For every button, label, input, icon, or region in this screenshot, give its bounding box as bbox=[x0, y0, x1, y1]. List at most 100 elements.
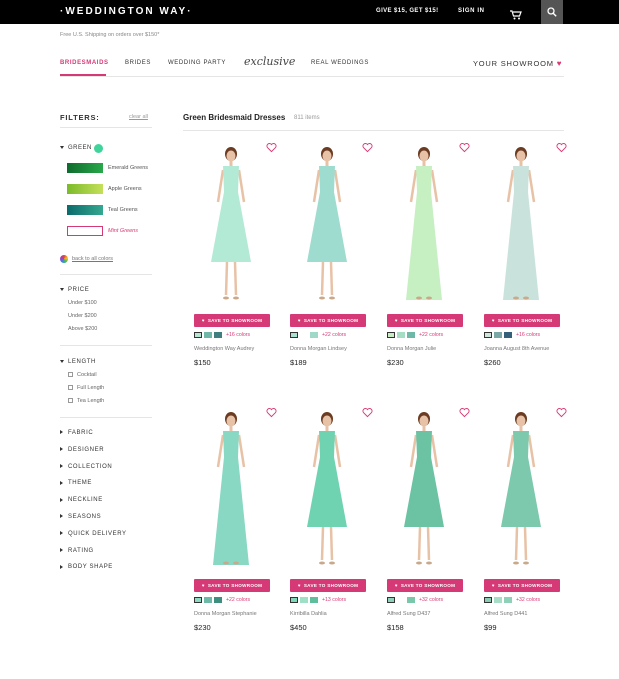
product-color-swatch[interactable] bbox=[407, 332, 415, 338]
filter-rating[interactable]: RATING bbox=[60, 548, 94, 554]
product-photo[interactable] bbox=[484, 140, 570, 308]
color-swatch-apple-greens[interactable] bbox=[67, 184, 103, 194]
product-photo[interactable] bbox=[387, 140, 473, 308]
checkbox[interactable] bbox=[68, 385, 73, 391]
product-card[interactable]: ♥ SAVE TO SHOWROOM +32 colors Alfred Sung D… bbox=[387, 405, 473, 645]
save-to-showroom-button[interactable]: ♥ SAVE TO SHOWROOM bbox=[484, 579, 560, 592]
filter-designer[interactable]: DESIGNER bbox=[60, 447, 104, 453]
back-to-all-colors-link[interactable]: back to all colors bbox=[60, 255, 113, 263]
product-photo[interactable] bbox=[290, 405, 376, 573]
save-to-showroom-button[interactable]: ♥ SAVE TO SHOWROOM bbox=[387, 579, 463, 592]
save-to-showroom-button[interactable]: ♥ SAVE TO SHOWROOM bbox=[194, 579, 270, 592]
filter-fabric[interactable]: FABRIC bbox=[60, 430, 93, 436]
product-card[interactable]: ♥ SAVE TO SHOWROOM +32 colors Alfred Sung D… bbox=[484, 405, 570, 645]
checkbox[interactable] bbox=[68, 398, 73, 404]
more-colors-link[interactable]: +13 colors bbox=[322, 597, 346, 603]
save-to-showroom-button[interactable]: ♥ SAVE TO SHOWROOM bbox=[290, 579, 366, 592]
color-swatch-emerald-greens[interactable] bbox=[67, 163, 103, 173]
filter-seasons[interactable]: SEASONS bbox=[60, 514, 101, 520]
favorite-heart-icon[interactable] bbox=[266, 407, 277, 418]
product-color-swatch[interactable] bbox=[407, 597, 415, 603]
filter-length[interactable]: LENGTH bbox=[60, 359, 96, 365]
product-name[interactable]: Donna Morgan Julie bbox=[387, 346, 436, 352]
checkbox[interactable] bbox=[68, 372, 73, 378]
product-photo[interactable] bbox=[290, 140, 376, 308]
favorite-heart-icon[interactable] bbox=[266, 142, 277, 153]
product-color-swatch[interactable] bbox=[494, 332, 502, 338]
product-color-swatch[interactable] bbox=[484, 597, 492, 603]
product-color-swatch[interactable] bbox=[290, 597, 298, 603]
product-card[interactable]: ♥ SAVE TO SHOWROOM +16 colors Weddington Wa… bbox=[194, 140, 280, 380]
color-swatch-teal-greens[interactable] bbox=[67, 205, 103, 215]
filter-theme[interactable]: THEME bbox=[60, 480, 92, 486]
favorite-heart-icon[interactable] bbox=[459, 407, 470, 418]
more-colors-link[interactable]: +16 colors bbox=[516, 332, 540, 338]
product-color-swatch[interactable] bbox=[214, 332, 222, 338]
more-colors-link[interactable]: +22 colors bbox=[322, 332, 346, 338]
more-colors-link[interactable]: +16 colors bbox=[226, 332, 250, 338]
product-color-swatch[interactable] bbox=[290, 332, 298, 338]
product-name[interactable]: Donna Morgan Lindsey bbox=[290, 346, 347, 352]
price-option[interactable]: Above $200 bbox=[68, 326, 97, 332]
nav-wedding-party[interactable]: WEDDING PARTY bbox=[168, 60, 226, 66]
favorite-heart-icon[interactable] bbox=[556, 407, 567, 418]
product-name[interactable]: Alfred Sung D441 bbox=[484, 611, 527, 617]
product-card[interactable]: ♥ SAVE TO SHOWROOM +13 colors Kirribilla Da… bbox=[290, 405, 376, 645]
color-option-label[interactable]: Teal Greens bbox=[108, 207, 138, 213]
your-showroom-link[interactable]: YOUR SHOWROOM ♥ bbox=[473, 59, 562, 68]
filter-neckline[interactable]: NECKLINE bbox=[60, 497, 103, 503]
product-color-swatch[interactable] bbox=[504, 332, 512, 338]
sign-in-link[interactable]: SIGN IN bbox=[458, 8, 485, 14]
product-color-swatch[interactable] bbox=[397, 332, 405, 338]
product-color-swatch[interactable] bbox=[494, 597, 502, 603]
favorite-heart-icon[interactable] bbox=[362, 142, 373, 153]
filter-price[interactable]: PRICE bbox=[60, 287, 89, 293]
search-button[interactable] bbox=[541, 0, 563, 24]
nav-brides[interactable]: BRIDES bbox=[125, 60, 151, 66]
color-option-label[interactable]: Emerald Greens bbox=[108, 165, 148, 171]
product-photo[interactable] bbox=[484, 405, 570, 573]
product-color-swatch[interactable] bbox=[310, 597, 318, 603]
color-option-label[interactable]: Apple Greens bbox=[108, 186, 142, 192]
promo-link[interactable]: GIVE $15, GET $15! bbox=[376, 8, 439, 14]
product-name[interactable]: Weddington Way Audrey bbox=[194, 346, 254, 352]
color-option-label[interactable]: Mint Greens bbox=[108, 228, 138, 234]
favorite-heart-icon[interactable] bbox=[362, 407, 373, 418]
product-color-swatch[interactable] bbox=[484, 332, 492, 338]
save-to-showroom-button[interactable]: ♥ SAVE TO SHOWROOM bbox=[290, 314, 366, 327]
nav-exclusive[interactable]: exclusive bbox=[244, 55, 295, 68]
more-colors-link[interactable]: +22 colors bbox=[226, 597, 250, 603]
length-option[interactable]: Full Length bbox=[68, 385, 104, 391]
save-to-showroom-button[interactable]: ♥ SAVE TO SHOWROOM bbox=[484, 314, 560, 327]
product-photo[interactable] bbox=[387, 405, 473, 573]
filter-collection[interactable]: COLLECTION bbox=[60, 464, 112, 470]
product-photo[interactable] bbox=[194, 405, 280, 573]
filter-quick-delivery[interactable]: QUICK DELIVERY bbox=[60, 531, 127, 537]
product-card[interactable]: ♥ SAVE TO SHOWROOM +22 colors Donna Morgan … bbox=[290, 140, 376, 380]
price-option[interactable]: Under $100 bbox=[68, 300, 97, 306]
more-colors-link[interactable]: +22 colors bbox=[419, 332, 443, 338]
length-option[interactable]: Cocktail bbox=[68, 372, 97, 378]
product-color-swatch[interactable] bbox=[387, 597, 395, 603]
favorite-heart-icon[interactable] bbox=[556, 142, 567, 153]
product-color-swatch[interactable] bbox=[204, 332, 212, 338]
logo[interactable]: ·WEDDINGTON WAY· bbox=[60, 6, 193, 17]
cart-icon[interactable] bbox=[510, 7, 522, 20]
product-color-swatch[interactable] bbox=[300, 332, 308, 338]
product-name[interactable]: Joanna August 8th Avenue bbox=[484, 346, 549, 352]
save-to-showroom-button[interactable]: ♥ SAVE TO SHOWROOM bbox=[194, 314, 270, 327]
product-color-swatch[interactable] bbox=[194, 597, 202, 603]
more-colors-link[interactable]: +32 colors bbox=[516, 597, 540, 603]
product-name[interactable]: Kirribilla Dahlia bbox=[290, 611, 327, 617]
clear-all-link[interactable]: clear all bbox=[129, 114, 148, 120]
product-color-swatch[interactable] bbox=[387, 332, 395, 338]
product-color-swatch[interactable] bbox=[397, 597, 405, 603]
product-color-swatch[interactable] bbox=[194, 332, 202, 338]
product-card[interactable]: ♥ SAVE TO SHOWROOM +22 colors Donna Morgan … bbox=[194, 405, 280, 645]
product-color-swatch[interactable] bbox=[204, 597, 212, 603]
nav-bridesmaids[interactable]: BRIDESMAIDS bbox=[60, 60, 109, 66]
length-option[interactable]: Tea Length bbox=[68, 398, 104, 404]
nav-real-weddings[interactable]: REAL WEDDINGS bbox=[311, 60, 369, 66]
product-color-swatch[interactable] bbox=[214, 597, 222, 603]
product-color-swatch[interactable] bbox=[300, 597, 308, 603]
